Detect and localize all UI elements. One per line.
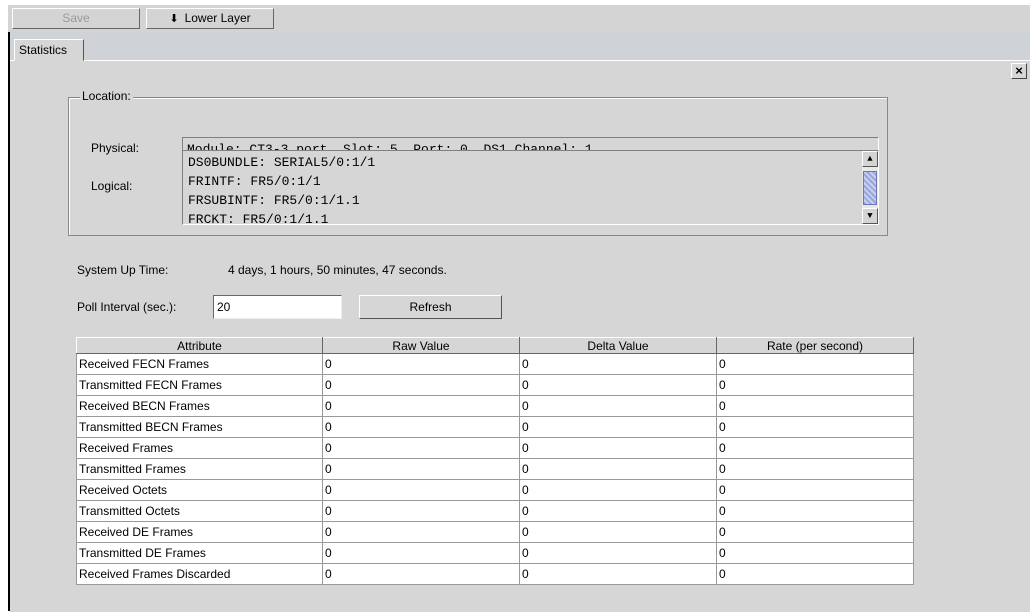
system-uptime-value: 4 days, 1 hours, 50 minutes, 47 seconds. [228,263,447,277]
arrow-down-icon: ⬇ [169,13,179,25]
table-row[interactable]: Transmitted BECN Frames 0 0 0 [76,416,914,438]
logical-line: FRSUBINTF: FR5/0:1/1.1 [188,193,360,208]
logical-line: FRCKT: FR5/0:1/1.1 [188,212,329,227]
table-cell-raw-value: 0 [322,395,520,417]
table-cell-delta-value: 0 [519,521,717,543]
table-cell-raw-value: 0 [322,458,520,480]
table-cell-rate: 0 [716,353,914,375]
table-cell-raw-value: 0 [322,437,520,459]
table-cell-attribute: Received BECN Frames [76,395,323,417]
table-cell-raw-value: 0 [322,542,520,564]
table-row[interactable]: Transmitted DE Frames 0 0 0 [76,542,914,564]
table-cell-rate: 0 [716,458,914,480]
table-cell-delta-value: 0 [519,416,717,438]
table-row[interactable]: Transmitted FECN Frames 0 0 0 [76,374,914,396]
table-cell-delta-value: 0 [519,353,717,375]
table-cell-attribute: Received FECN Frames [76,353,323,375]
table-cell-delta-value: 0 [519,563,717,585]
table-row[interactable]: Received Frames 0 0 0 [76,437,914,459]
column-header-delta-value[interactable]: Delta Value [519,337,717,354]
table-cell-attribute: Received Frames Discarded [76,563,323,585]
refresh-button[interactable]: Refresh [359,295,502,319]
table-row[interactable]: Received Octets 0 0 0 [76,479,914,501]
table-cell-rate: 0 [716,416,914,438]
table-row[interactable]: Transmitted Octets 0 0 0 [76,500,914,522]
table-cell-attribute: Transmitted BECN Frames [76,416,323,438]
table-cell-raw-value: 0 [322,479,520,501]
poll-interval-label: Poll Interval (sec.): [77,300,177,314]
lower-layer-button[interactable]: ⬇ Lower Layer [146,8,274,29]
table-row[interactable]: Received Frames Discarded 0 0 0 [76,563,914,585]
table-cell-rate: 0 [716,521,914,543]
table-cell-rate: 0 [716,395,914,417]
table-cell-attribute: Transmitted DE Frames [76,542,323,564]
table-cell-raw-value: 0 [322,353,520,375]
table-row[interactable]: Received BECN Frames 0 0 0 [76,395,914,417]
table-cell-raw-value: 0 [322,416,520,438]
scroll-thumb[interactable] [863,171,877,205]
table-cell-raw-value: 0 [322,521,520,543]
table-cell-rate: 0 [716,542,914,564]
table-cell-attribute: Received DE Frames [76,521,323,543]
table-cell-delta-value: 0 [519,542,717,564]
table-cell-delta-value: 0 [519,437,717,459]
location-legend: Location: [80,89,133,103]
table-row[interactable]: Transmitted Frames 0 0 0 [76,458,914,480]
table-cell-rate: 0 [716,374,914,396]
logical-field: DS0BUNDLE: SERIAL5/0:1/1 FRINTF: FR5/0:1/… [182,150,879,227]
table-row[interactable]: Received FECN Frames 0 0 0 [76,353,914,375]
table-cell-delta-value: 0 [519,500,717,522]
lower-layer-label: Lower Layer [184,11,251,25]
statistics-table: Attribute Raw Value Delta Value Rate (per s… [76,337,914,585]
poll-interval-input[interactable]: 20 [213,295,342,319]
table-cell-attribute: Transmitted Frames [76,458,323,480]
close-icon[interactable]: × [1011,63,1027,79]
table-cell-attribute: Transmitted Octets [76,500,323,522]
logical-label: Logical: [91,179,133,193]
table-cell-delta-value: 0 [519,374,717,396]
table-cell-attribute: Transmitted FECN Frames [76,374,323,396]
table-cell-delta-value: 0 [519,458,717,480]
column-header-attribute[interactable]: Attribute [76,337,323,354]
table-cell-rate: 0 [716,479,914,501]
save-button[interactable]: Save [12,8,140,29]
table-cell-attribute: Received Octets [76,479,323,501]
logical-scrollbar[interactable]: ▲ ▼ [862,151,878,224]
table-row[interactable]: Received DE Frames 0 0 0 [76,521,914,543]
table-cell-delta-value: 0 [519,479,717,501]
physical-label: Physical: [91,141,140,155]
table-cell-raw-value: 0 [322,374,520,396]
table-cell-rate: 0 [716,500,914,522]
column-header-rate[interactable]: Rate (per second) [716,337,914,354]
table-cell-rate: 0 [716,563,914,585]
table-cell-attribute: Received Frames [76,437,323,459]
scroll-down-icon[interactable]: ▼ [862,208,878,224]
table-cell-raw-value: 0 [322,563,520,585]
table-cell-rate: 0 [716,437,914,459]
table-cell-raw-value: 0 [322,500,520,522]
logical-line: FRINTF: FR5/0:1/1 [188,174,321,189]
column-header-raw-value[interactable]: Raw Value [322,337,520,354]
scroll-up-icon[interactable]: ▲ [862,151,878,167]
tab-statistics[interactable]: Statistics [14,39,84,61]
table-cell-delta-value: 0 [519,395,717,417]
logical-line: DS0BUNDLE: SERIAL5/0:1/1 [188,155,376,170]
toolbar: Save ⬇ Lower Layer [8,5,1030,32]
system-uptime-label: System Up Time: [77,263,169,277]
